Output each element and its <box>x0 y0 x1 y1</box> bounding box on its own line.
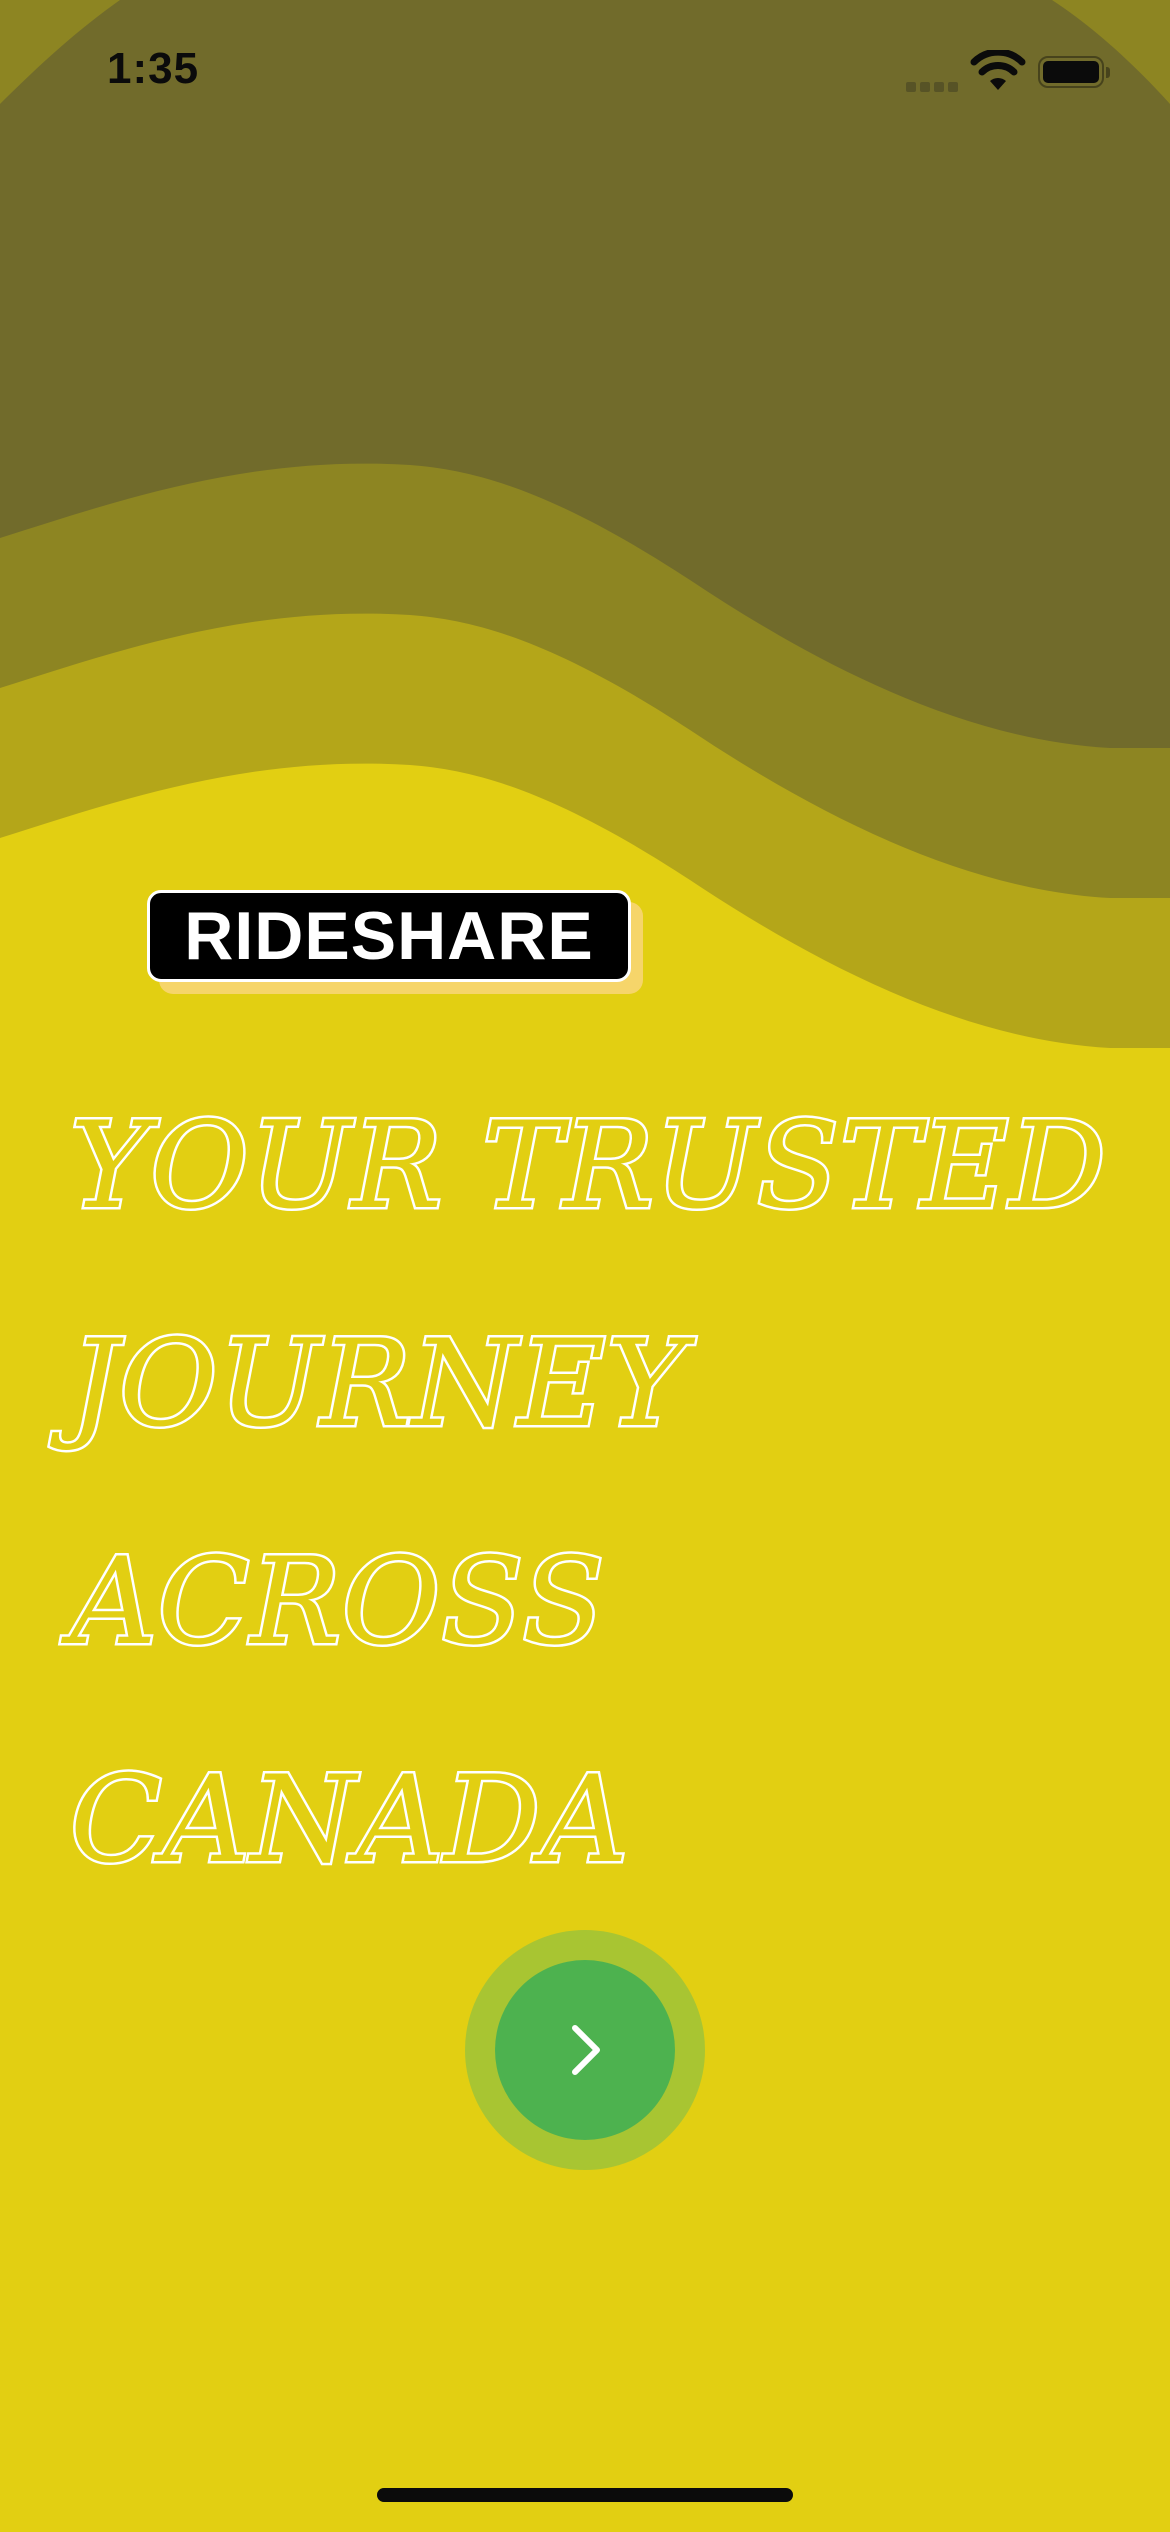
headline-line-3: ACROSS <box>68 1531 608 1675</box>
next-button-core[interactable] <box>495 1960 675 2140</box>
home-indicator[interactable] <box>377 2488 793 2502</box>
chevron-right-icon <box>572 2025 600 2075</box>
rideshare-logo: RIDESHARE <box>147 890 645 996</box>
hero-headline: YOUR TRUSTED JOURNEY ACROSS CANADA <box>68 1058 1150 1930</box>
status-bar: 1:35 <box>0 0 1170 150</box>
wifi-icon <box>970 50 1026 90</box>
battery-icon <box>1038 56 1114 92</box>
logo-text: RIDESHARE <box>147 890 631 982</box>
headline-line-2: JOURNEY <box>68 1313 689 1457</box>
status-time: 1:35 <box>107 44 200 93</box>
headline-line-1: YOUR TRUSTED <box>68 1095 1109 1239</box>
cellular-signal-icon <box>906 82 960 92</box>
headline-line-4: CANADA <box>68 1749 631 1893</box>
next-button[interactable] <box>465 1930 705 2170</box>
